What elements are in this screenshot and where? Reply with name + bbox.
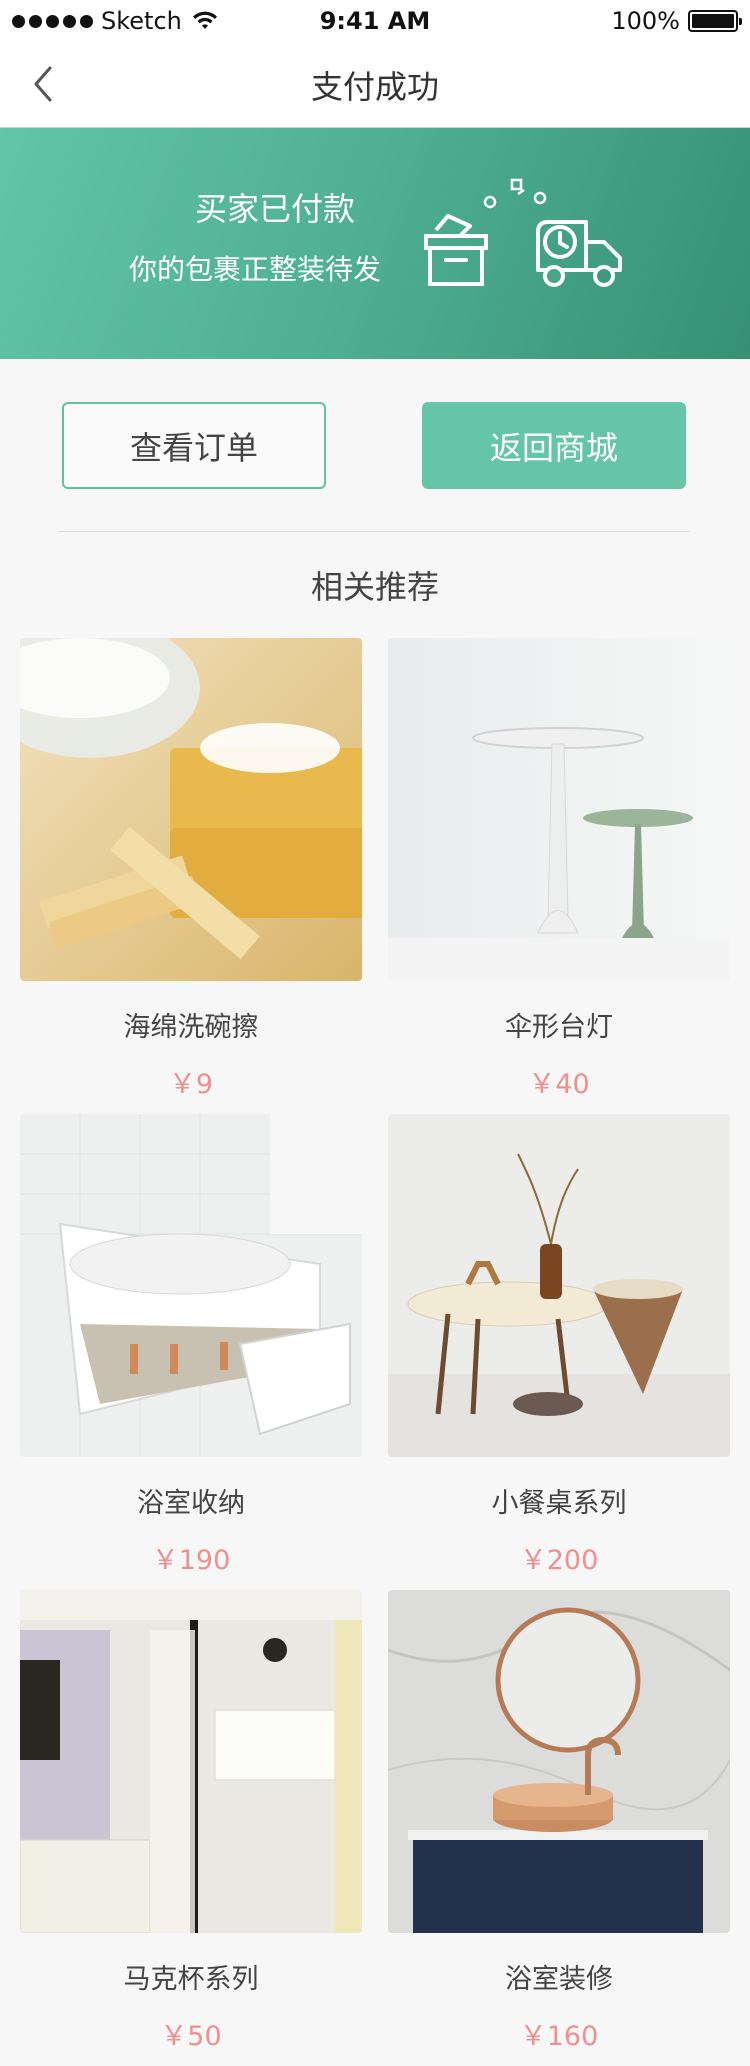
recommendations-title: 相关推荐 [310, 568, 439, 606]
payment-success-banner: 买家已付款 你的包裹正整装待发 [0, 128, 750, 359]
product-card[interactable]: 浴室收纳 ￥190 [20, 1114, 362, 1577]
product-price: ￥190 [151, 1545, 231, 1576]
product-name: 浴室收纳 [137, 1488, 245, 1519]
product-price: ￥160 [519, 2021, 599, 2052]
nav-bar: 支付成功 [0, 40, 750, 128]
product-image-vanity [388, 1590, 730, 1933]
product-price: ￥40 [528, 1069, 590, 1100]
product-image-lamp [388, 638, 730, 981]
view-order-button[interactable]: 查看订单 [62, 402, 326, 489]
back-to-shop-button[interactable]: 返回商城 [422, 402, 686, 489]
product-card[interactable]: 浴室装修 ￥160 [388, 1590, 730, 2053]
status-bar: Sketch 9:41 AM 100% [0, 0, 750, 40]
product-name: 浴室装修 [505, 1964, 613, 1995]
product-image-table [388, 1114, 730, 1457]
product-name: 海绵洗碗擦 [123, 1012, 259, 1043]
product-name: 小餐桌系列 [491, 1488, 627, 1519]
battery-label: 100% [611, 7, 680, 35]
product-card[interactable]: 海绵洗碗擦 ￥9 [20, 638, 362, 1101]
product-card[interactable]: 马克杯系列 ￥50 [20, 1590, 362, 2053]
status-right: 100% [611, 7, 742, 35]
product-card[interactable]: 伞形台灯 ￥40 [388, 638, 730, 1101]
product-price: ￥200 [519, 1545, 599, 1576]
page-title: 支付成功 [310, 68, 439, 106]
package-box-icon [424, 214, 488, 286]
product-image-sponge [20, 638, 362, 981]
product-image-bathtub [20, 1114, 362, 1457]
product-card[interactable]: 小餐桌系列 ￥200 [388, 1114, 730, 1577]
product-name: 马克杯系列 [123, 1964, 259, 1995]
product-image-bathroom [20, 1590, 362, 1933]
product-price: ￥9 [168, 1069, 214, 1100]
battery-icon [688, 10, 742, 32]
product-name: 伞形台灯 [505, 1012, 613, 1043]
product-price: ￥50 [160, 2021, 222, 2052]
divider [58, 531, 690, 532]
delivery-truck-icon [536, 220, 622, 287]
